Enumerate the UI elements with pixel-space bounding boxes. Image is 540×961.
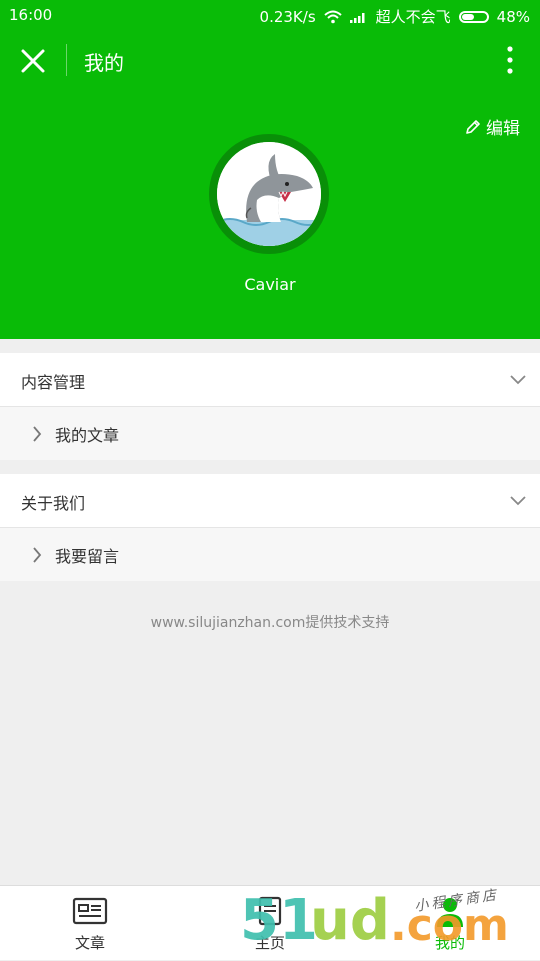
wifi-icon bbox=[323, 10, 342, 23]
chevron-right-icon bbox=[33, 547, 42, 563]
title-divider bbox=[66, 44, 67, 76]
list-item-my-articles[interactable]: 我的文章 bbox=[0, 407, 540, 460]
network-speed: 0.23K/s bbox=[259, 7, 316, 26]
support-text: www.silujianzhan.com提供技术支持 bbox=[150, 615, 390, 631]
tab-label: 文章 bbox=[74, 934, 105, 952]
edit-button[interactable]: 编辑 bbox=[464, 114, 520, 139]
chevron-down-icon bbox=[510, 496, 526, 506]
username: Caviar bbox=[244, 275, 296, 294]
battery-percent: 48% bbox=[496, 7, 530, 26]
user-icon bbox=[437, 898, 463, 927]
tab-home[interactable]: 主页 bbox=[180, 886, 360, 961]
profile-header: 编辑 Caviar bbox=[0, 90, 540, 339]
tab-articles[interactable]: 文章 bbox=[0, 886, 180, 961]
list-item-label: 我的文章 bbox=[55, 426, 120, 445]
tab-label: 我的 bbox=[434, 934, 465, 952]
list-item-label: 我要留言 bbox=[55, 547, 120, 566]
tab-label: 主页 bbox=[254, 934, 285, 952]
avatar-ring bbox=[209, 134, 329, 254]
section-about-us[interactable]: 关于我们 bbox=[0, 474, 540, 528]
shark-avatar bbox=[217, 142, 321, 246]
carrier-name: 超人不会飞 bbox=[375, 8, 451, 26]
edit-label: 编辑 bbox=[486, 119, 520, 139]
status-bar: 16:00 0.23K/s 超人不会飞 48% bbox=[0, 0, 540, 30]
tab-bar: 文章 主页 我的 bbox=[0, 885, 540, 960]
close-icon[interactable] bbox=[18, 46, 48, 76]
avatar[interactable] bbox=[217, 142, 321, 246]
tab-mine[interactable]: 我的 bbox=[360, 886, 540, 961]
section-title: 关于我们 bbox=[21, 494, 86, 513]
page-title: 我的 bbox=[84, 51, 124, 75]
battery-fill bbox=[461, 13, 474, 20]
battery-icon bbox=[458, 10, 489, 23]
pencil-icon bbox=[466, 119, 480, 134]
chevron-right-icon bbox=[33, 426, 42, 442]
status-time: 16:00 bbox=[9, 6, 53, 24]
signal-icon bbox=[349, 12, 365, 23]
title-bar: 我的 bbox=[0, 30, 540, 90]
section-content-management[interactable]: 内容管理 bbox=[0, 353, 540, 407]
article-icon bbox=[72, 897, 108, 925]
status-right: 0.23K/s 超人不会飞 48% bbox=[260, 6, 530, 27]
more-vertical-icon[interactable] bbox=[500, 44, 520, 78]
section-title: 内容管理 bbox=[21, 373, 86, 392]
home-icon bbox=[258, 896, 282, 926]
list-item-leave-message[interactable]: 我要留言 bbox=[0, 528, 540, 581]
chevron-down-icon bbox=[510, 375, 526, 385]
